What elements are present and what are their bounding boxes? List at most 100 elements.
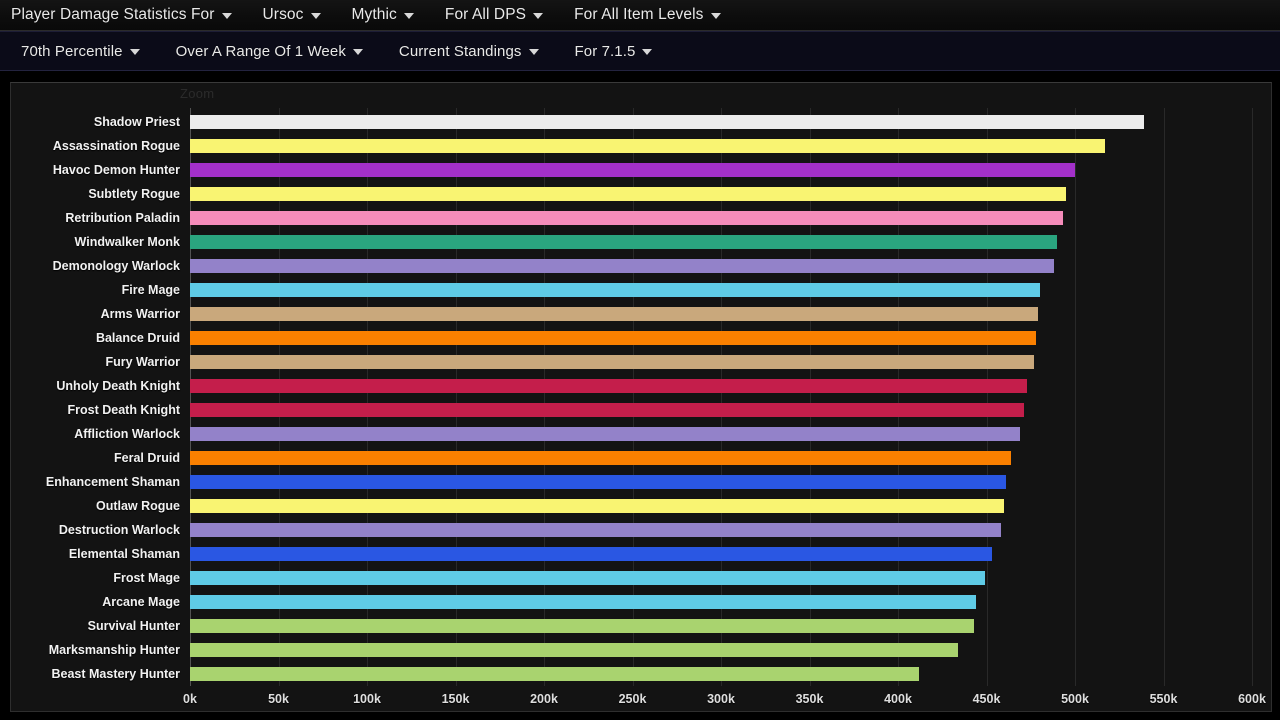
- bar[interactable]: [190, 499, 1005, 513]
- bar-row-label: Fire Mage: [121, 283, 180, 297]
- bar[interactable]: [190, 547, 992, 561]
- bar[interactable]: [190, 307, 1038, 321]
- bar-row-label: Arcane Mage: [102, 595, 180, 609]
- bar[interactable]: [190, 163, 1075, 177]
- bar[interactable]: [190, 451, 1012, 465]
- chevron-down-icon: [403, 13, 414, 19]
- bar[interactable]: [190, 283, 1040, 297]
- nav-item-label: Current Standings: [398, 42, 522, 60]
- x-axis-tick-label: 500k: [1061, 692, 1089, 706]
- bar[interactable]: [190, 331, 1037, 345]
- x-axis-tick-label: 300k: [707, 692, 735, 706]
- bar[interactable]: [190, 235, 1058, 249]
- bar-row-label: Survival Hunter: [87, 619, 180, 633]
- x-axis-tick-label: 600k: [1238, 692, 1266, 706]
- bar-row[interactable]: Arcane Mage: [102, 590, 1252, 614]
- bar[interactable]: [190, 259, 1054, 273]
- bar[interactable]: [190, 355, 1035, 369]
- nav-item-label: Over A Range Of 1 Week: [175, 42, 346, 60]
- bar-row-label: Affliction Warlock: [74, 427, 180, 441]
- secondary-toolbar: 70th Percentile Over A Range Of 1 Week C…: [0, 31, 1280, 71]
- bar-row[interactable]: Demonology Warlock: [53, 254, 1252, 278]
- bar-row[interactable]: Arms Warrior: [101, 302, 1252, 326]
- bar-row-label: Windwalker Monk: [74, 235, 180, 249]
- nav-item-boss[interactable]: Ursoc: [263, 4, 321, 26]
- nav-item-role-filter[interactable]: For All DPS: [445, 4, 544, 26]
- nav-item-label: 70th Percentile: [21, 42, 123, 60]
- chevron-down-icon: [221, 13, 232, 19]
- bar-row[interactable]: Fury Warrior: [105, 350, 1252, 374]
- primary-toolbar: Player Damage Statistics For Ursoc Mythi…: [0, 0, 1280, 31]
- x-axis-tick-label: 450k: [972, 692, 1001, 706]
- x-axis-tick-label: 100k: [353, 692, 381, 706]
- bar-row[interactable]: Feral Druid: [114, 446, 1252, 470]
- bar[interactable]: [190, 427, 1021, 441]
- zoom-label[interactable]: Zoom: [180, 86, 214, 101]
- nav-item-player-damage-statistics[interactable]: Player Damage Statistics For: [11, 4, 232, 26]
- bar-row[interactable]: Assassination Rogue: [53, 134, 1252, 158]
- nav-item-patch-version[interactable]: For 7.1.5: [575, 41, 653, 62]
- nav-item-item-level-filter[interactable]: For All Item Levels: [574, 4, 721, 26]
- bar-row-label: Havoc Demon Hunter: [52, 163, 180, 177]
- bar-row[interactable]: Retribution Paladin: [65, 206, 1252, 230]
- bar[interactable]: [190, 139, 1106, 153]
- nav-item-difficulty[interactable]: Mythic: [352, 4, 414, 26]
- x-axis-tick-label: 550k: [1149, 692, 1178, 706]
- nav-item-percentile[interactable]: 70th Percentile: [21, 41, 140, 62]
- bar-row-label: Arms Warrior: [100, 307, 180, 321]
- bar-row[interactable]: Marksmanship Hunter: [49, 638, 1252, 662]
- bar[interactable]: [190, 523, 1001, 537]
- bar-row-label: Destruction Warlock: [58, 523, 180, 537]
- bar[interactable]: [190, 403, 1024, 417]
- bar-row[interactable]: Beast Mastery Hunter: [51, 662, 1252, 686]
- chevron-down-icon: [528, 49, 539, 55]
- bar[interactable]: [190, 115, 1145, 129]
- bar-row-label: Balance Druid: [95, 331, 180, 345]
- bar-row[interactable]: Outlaw Rogue: [96, 494, 1252, 518]
- bar[interactable]: [190, 571, 985, 585]
- bar-row[interactable]: Enhancement Shaman: [46, 470, 1252, 494]
- chevron-down-icon: [352, 49, 363, 55]
- nav-item-label: Ursoc: [262, 6, 304, 23]
- bar-row[interactable]: Survival Hunter: [88, 614, 1252, 638]
- bar-row[interactable]: Fire Mage: [122, 278, 1252, 302]
- bar[interactable]: [190, 619, 975, 633]
- bar[interactable]: [190, 667, 920, 681]
- bar[interactable]: [190, 211, 1063, 225]
- bar-row[interactable]: Subtlety Rogue: [88, 182, 1252, 206]
- chevron-down-icon: [710, 13, 721, 19]
- bar-row-label: Frost Death Knight: [67, 403, 181, 417]
- nav-item-time-range[interactable]: Over A Range Of 1 Week: [176, 41, 363, 62]
- bar[interactable]: [190, 595, 976, 609]
- bar-row[interactable]: Frost Death Knight: [68, 398, 1252, 422]
- bar[interactable]: [190, 187, 1067, 201]
- x-axis-tick-label: 200k: [530, 692, 558, 706]
- x-axis-tick-label: 0k: [183, 692, 197, 706]
- nav-item-label: Player Damage Statistics For: [11, 6, 215, 23]
- bar-row[interactable]: Windwalker Monk: [75, 230, 1252, 254]
- nav-item-standings[interactable]: Current Standings: [399, 41, 539, 62]
- bar-row-label: Assassination Rogue: [52, 139, 180, 153]
- bar-row-label: Beast Mastery Hunter: [51, 667, 180, 681]
- bar[interactable]: [190, 643, 959, 657]
- bar-row[interactable]: Frost Mage: [113, 566, 1252, 590]
- bar-row[interactable]: Elemental Shaman: [69, 542, 1252, 566]
- bar-row[interactable]: Affliction Warlock: [74, 422, 1252, 446]
- x-axis-tick-label: 50k: [268, 692, 289, 706]
- x-axis: 0k 50k 100k 150k 200k 250k 300k 350k 400k 450k 500…: [183, 692, 1266, 714]
- bar-row[interactable]: Balance Druid: [96, 326, 1252, 350]
- bar[interactable]: [190, 379, 1028, 393]
- nav-item-label: For 7.1.5: [574, 42, 636, 60]
- bar-row-label: Fury Warrior: [105, 355, 180, 369]
- nav-item-label: Mythic: [351, 6, 397, 23]
- bar-row[interactable]: Destruction Warlock: [59, 518, 1252, 542]
- x-axis-tick-label: 150k: [441, 692, 470, 706]
- bar-row[interactable]: Shadow Priest: [94, 110, 1252, 134]
- bar[interactable]: [190, 475, 1006, 489]
- nav-item-label: For All Item Levels: [574, 6, 704, 23]
- bar-row-label: Feral Druid: [114, 451, 180, 465]
- bar-row-label: Retribution Paladin: [65, 211, 180, 225]
- bar-row-label: Demonology Warlock: [52, 259, 180, 273]
- bar-row[interactable]: Unholy Death Knight: [56, 374, 1252, 398]
- bar-row[interactable]: Havoc Demon Hunter: [53, 158, 1252, 182]
